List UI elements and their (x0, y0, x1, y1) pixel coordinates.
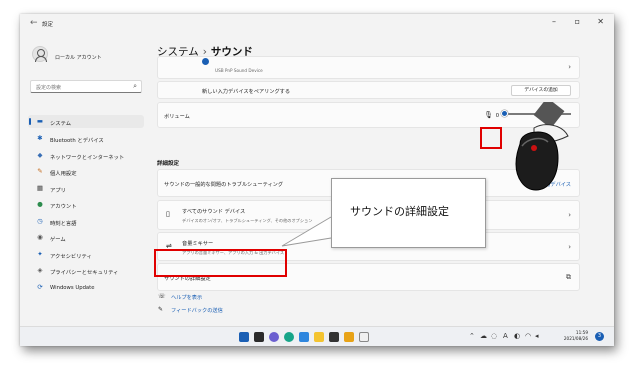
clock-icon: ◷ (37, 217, 43, 225)
sidebar-item-apps[interactable]: ▦ アプリ (28, 182, 144, 195)
network-tray-icon[interactable]: ◌ (491, 332, 497, 340)
sidebar-item-label: プライバシーとセキュリティ (50, 270, 119, 276)
device-subtitle: USB PnP Sound Device (215, 68, 263, 73)
sidebar-item-label: アクセシビリティ (50, 254, 92, 260)
speaker-icon[interactable]: ◂ (535, 332, 539, 340)
sidebar-item-label: 時刻と言語 (50, 221, 77, 227)
help-icon: ☏ (158, 293, 166, 300)
settings-taskbar-icon[interactable] (359, 332, 369, 342)
accessibility-icon: ✦ (37, 250, 43, 258)
account-name: ローカル アカウント (55, 55, 102, 61)
ime-icon[interactable]: ◐ (514, 332, 520, 340)
explorer-icon[interactable] (314, 332, 324, 342)
sidebar-item-bluetooth[interactable]: ✱ Bluetooth とデバイス (28, 132, 144, 145)
chat-icon[interactable] (269, 332, 279, 342)
person-icon: ● (37, 200, 43, 208)
search-taskbar-icon[interactable] (254, 332, 264, 342)
feedback-link[interactable]: フィードバックの送信 (171, 307, 223, 314)
callout-text: サウンドの詳細設定 (350, 205, 449, 218)
troubleshoot-label: サウンドの一般的な問題のトラブルシューティング (164, 182, 284, 188)
taskbar: ⌃ ☁ ◌ A ◐ ◠ ◂ 11:59 2021/08/26 3 (20, 326, 614, 346)
title-bar: ← 設定 – ▫ ✕ (20, 14, 614, 34)
clock-date: 2021/08/26 (563, 336, 588, 341)
terminal-icon[interactable] (329, 332, 339, 342)
monitor-icon: ▬ (36, 117, 44, 125)
sidebar-item-label: Windows Update (50, 285, 95, 291)
sidebar-item-pen[interactable]: ✎ 個人用設定 (28, 165, 144, 178)
chevron-right-icon: › (568, 63, 571, 71)
volume-label: ボリューム (164, 114, 190, 120)
all-devices-subtitle: デバイスのオン/オフ、トラブルシューティング、その他のオプション (182, 218, 313, 223)
pen-icon: ✎ (37, 167, 43, 175)
sidebar-item-update[interactable]: ⟳ Windows Update (28, 281, 144, 294)
edge-icon[interactable] (284, 332, 294, 342)
store-icon[interactable] (299, 332, 309, 342)
pair-device-card: 新しい入力デバイスをペアリングする デバイスの追加 (157, 81, 580, 99)
maximize-button[interactable]: ▫ (575, 17, 580, 26)
sidebar-item-label: ゲーム (50, 237, 66, 243)
bluetooth-icon: ✱ (37, 134, 43, 142)
search-input[interactable]: 設定の検索 ⌕ (30, 80, 142, 93)
input-device-card[interactable]: USB PnP Sound Device › (157, 56, 580, 79)
sidebar-item-clock[interactable]: ◷ 時刻と言語 (28, 215, 144, 228)
sidebar-item-label: システム (50, 121, 72, 127)
app-title: 設定 (42, 22, 54, 28)
add-device-button[interactable]: デバイスの追加 (511, 85, 571, 96)
sidebar-item-monitor[interactable]: ▬ システム (28, 115, 144, 128)
sidebar-item-label: ネットワークとインターネット (50, 155, 125, 161)
chevron-right-icon: › (568, 211, 571, 219)
close-button[interactable]: ✕ (597, 17, 604, 26)
network-icon: ◆ (37, 151, 43, 159)
shield-icon: ◈ (37, 266, 43, 274)
sidebar-item-shield[interactable]: ◈ プライバシーとセキュリティ (28, 264, 144, 277)
radio-selected-icon[interactable] (202, 58, 209, 65)
photos-icon[interactable] (344, 332, 354, 342)
update-icon: ⟳ (37, 283, 43, 291)
sidebar-item-label: Bluetooth とデバイス (50, 138, 104, 144)
sidebar-item-gamepad[interactable]: ◉ ゲーム (28, 231, 144, 244)
gamepad-icon: ◉ (37, 233, 43, 241)
open-external-icon: ⧉ (566, 273, 571, 281)
section-advanced-heading: 詳細設定 (157, 161, 180, 167)
minimize-button[interactable]: – (552, 17, 556, 26)
sidebar-item-person[interactable]: ● アカウント (28, 198, 144, 211)
apps-icon: ▦ (36, 184, 44, 192)
mouse-click-illustration (498, 97, 598, 202)
input-indicator[interactable]: A (503, 332, 508, 340)
sidebar-item-accessibility[interactable]: ✦ アクセシビリティ (28, 248, 144, 261)
start-icon[interactable] (239, 332, 249, 342)
back-arrow-icon[interactable]: ← (30, 18, 38, 28)
sidebar-item-network[interactable]: ◆ ネットワークとインターネット (28, 149, 144, 162)
cloud-icon[interactable]: ☁ (480, 332, 487, 340)
search-placeholder: 設定の検索 (36, 85, 62, 91)
help-link[interactable]: ヘルプを表示 (171, 294, 202, 301)
notification-badge[interactable]: 3 (595, 332, 604, 341)
search-icon[interactable]: ⌕ (133, 82, 137, 91)
sidebar-item-label: アプリ (50, 188, 66, 194)
chevron-right-icon: › (568, 243, 571, 251)
all-devices-label: すべてのサウンド デバイス (182, 209, 246, 215)
microphone-icon[interactable]: 🎙 (484, 111, 493, 119)
sidebar-item-label: 個人用設定 (50, 171, 77, 177)
callout-box: サウンドの詳細設定 (331, 178, 486, 248)
feedback-icon: ✎ (158, 306, 164, 313)
sidebar-item-label: アカウント (50, 204, 77, 210)
clock[interactable]: 11:59 2021/08/26 (564, 330, 588, 342)
pair-device-label: 新しい入力デバイスをペアリングする (202, 89, 291, 95)
highlight-more-sound-settings (154, 249, 287, 277)
chevron-up-icon[interactable]: ⌃ (469, 332, 475, 340)
wifi-icon[interactable]: ◠ (525, 332, 531, 340)
mixer-label: 音量ミキサー (182, 241, 214, 247)
settings-window: ← 設定 – ▫ ✕ ローカル アカウント 設定の検索 ⌕ ▬ システム ✱ Blue… (20, 14, 614, 346)
selection-indicator (29, 118, 31, 125)
device-list-icon: ▯ (166, 210, 170, 218)
avatar[interactable] (32, 46, 48, 62)
